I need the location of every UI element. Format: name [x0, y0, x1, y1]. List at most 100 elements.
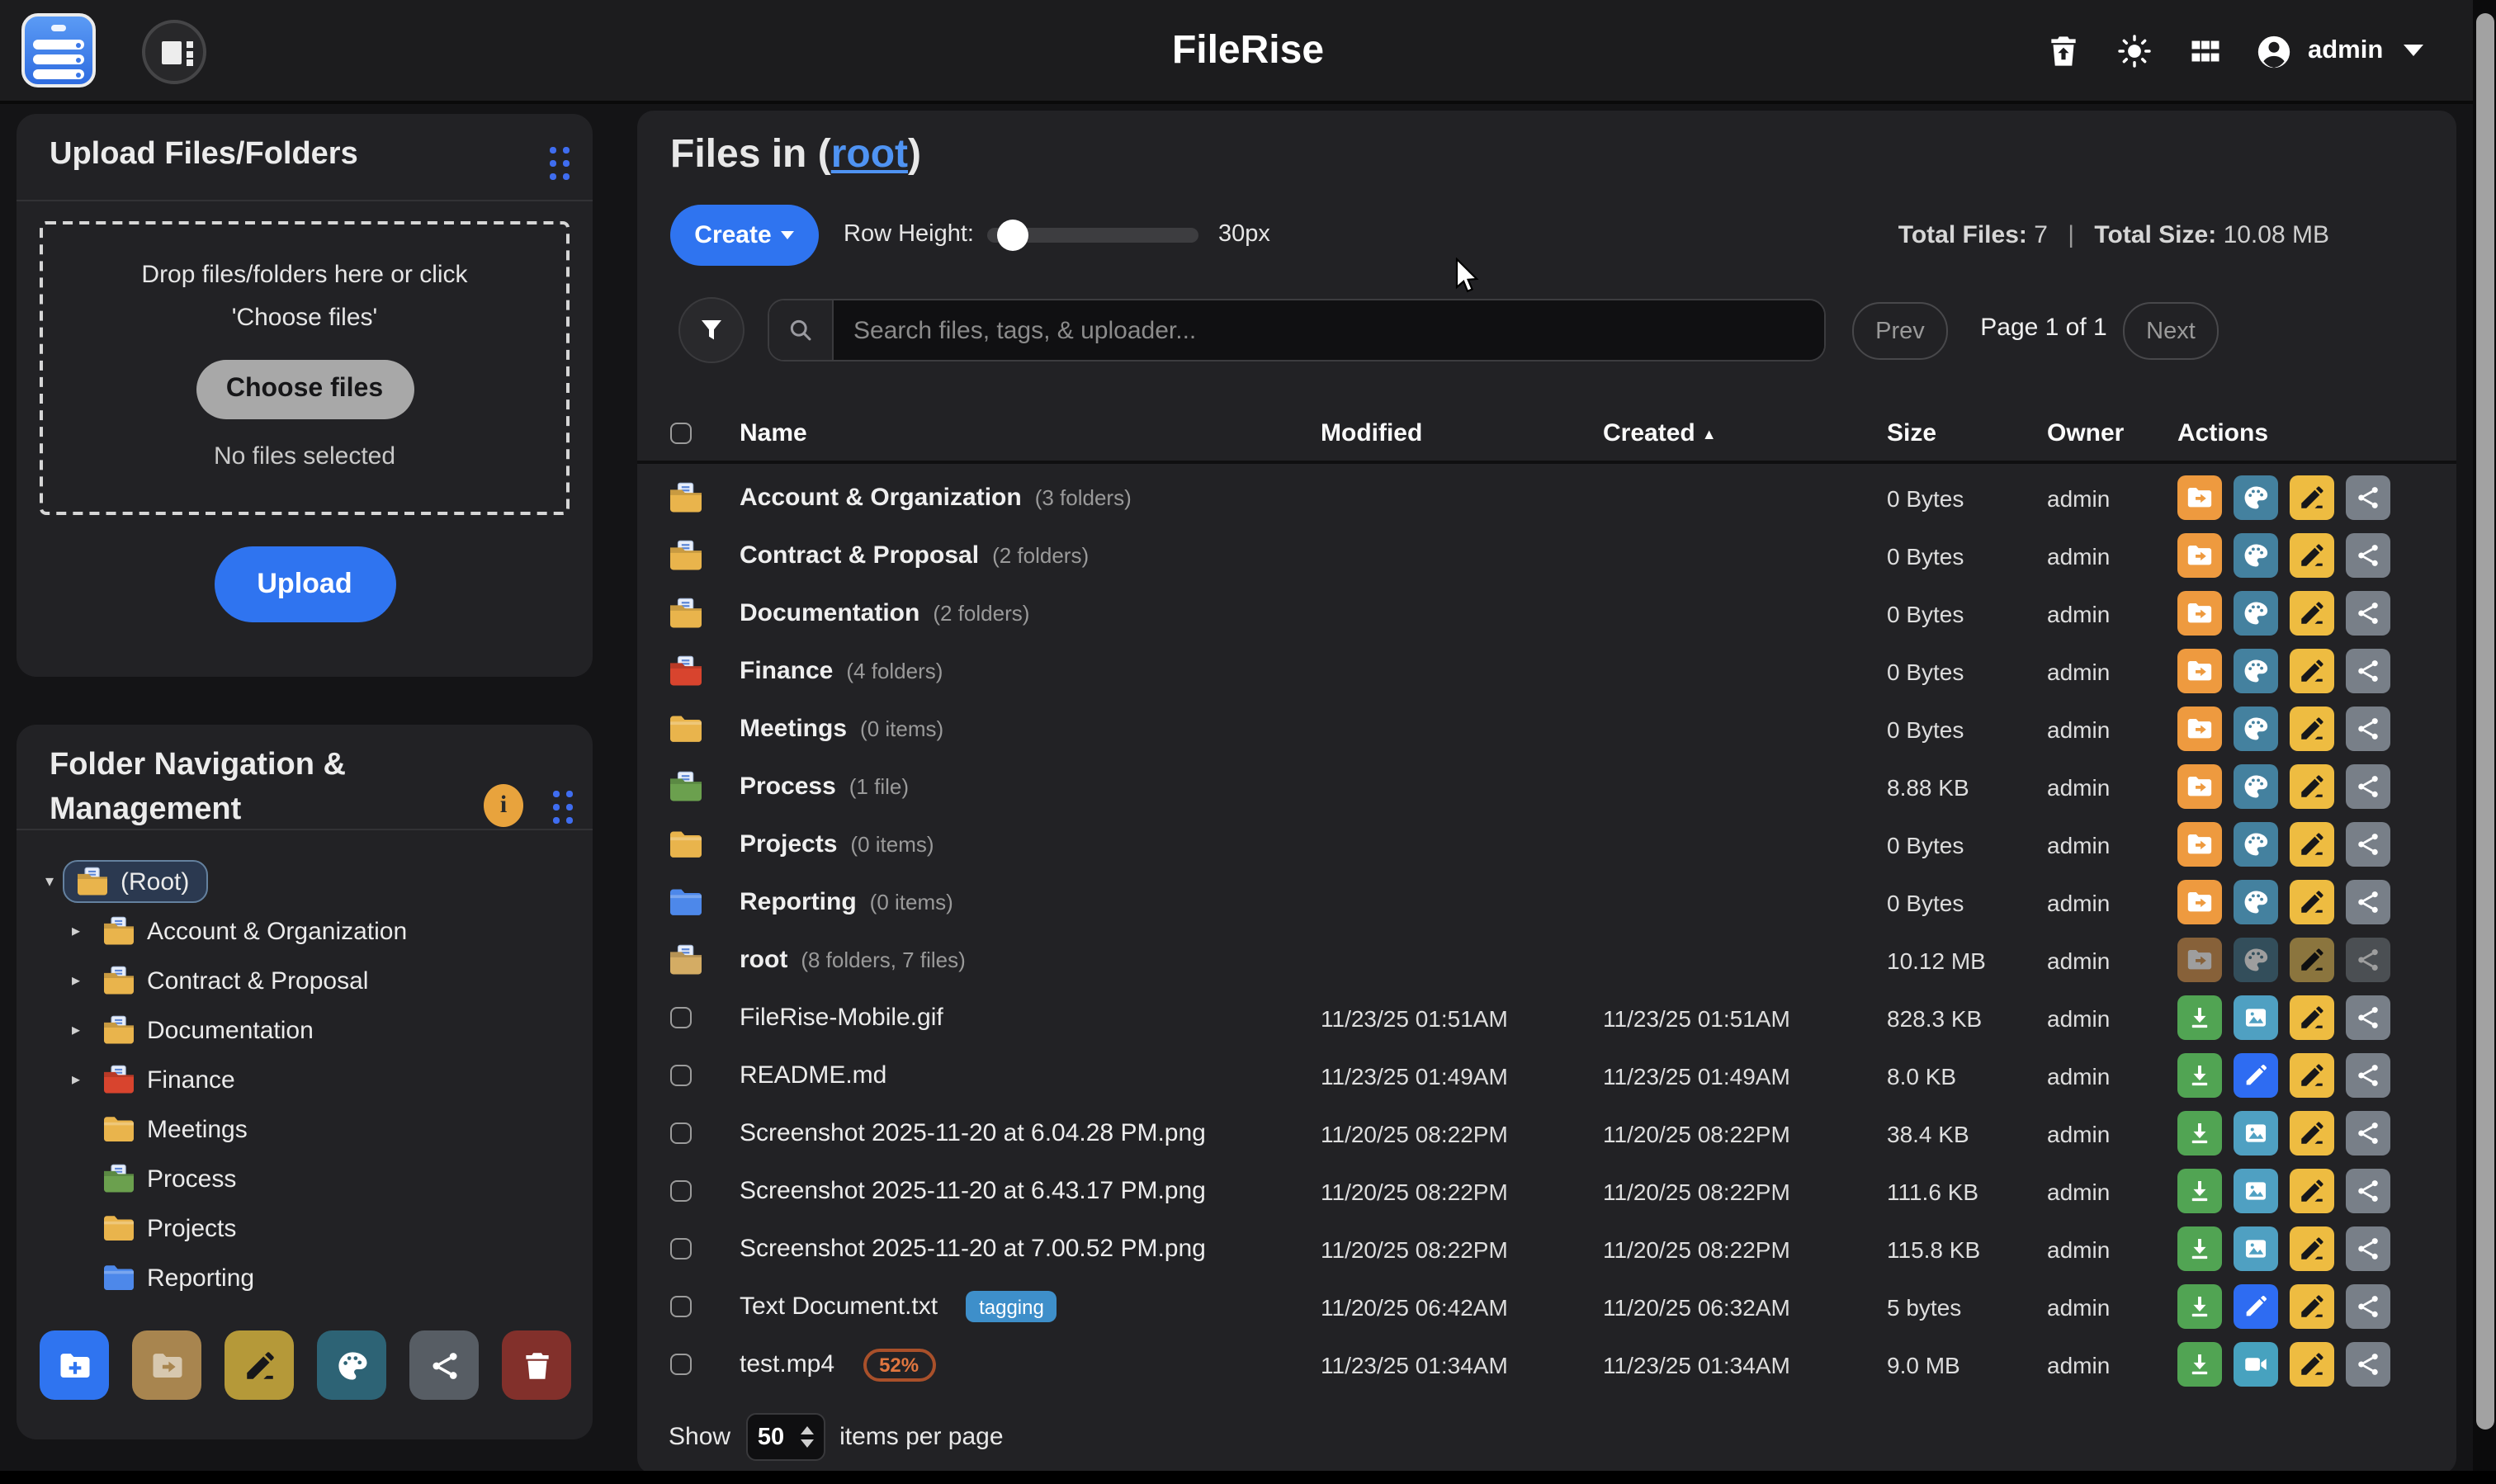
tree-folder-item[interactable]: Process: [17, 1154, 593, 1203]
pencil-action-button[interactable]: [2290, 995, 2334, 1040]
folder-move-action-button[interactable]: [2177, 880, 2222, 924]
item-name[interactable]: Documentation: [740, 599, 919, 627]
move-folder-button[interactable]: [132, 1330, 201, 1400]
palette-action-button[interactable]: [2234, 822, 2278, 867]
user-menu-caret-icon[interactable]: [2404, 45, 2423, 56]
pencil-action-button[interactable]: [2290, 1053, 2334, 1098]
table-row[interactable]: Screenshot 2025-11-20 at 6.04.28 PM.png …: [637, 1104, 2456, 1162]
slider-thumb[interactable]: [997, 220, 1028, 251]
row-checkbox[interactable]: [670, 1007, 692, 1028]
trash-restore-icon[interactable]: [2045, 33, 2082, 69]
item-name[interactable]: root: [740, 946, 787, 974]
share-action-button[interactable]: [2346, 1342, 2390, 1387]
table-row[interactable]: Finance (4 folders) 0 Bytes admin: [637, 642, 2456, 700]
choose-files-button[interactable]: Choose files: [196, 360, 414, 419]
tree-caret-icon[interactable]: ▸: [63, 1021, 89, 1039]
tree-folder-item[interactable]: ▸ Finance: [17, 1055, 593, 1104]
tree-folder-item[interactable]: ▾ (Root): [17, 857, 593, 906]
tree-folder-item[interactable]: ▸ Documentation: [17, 1005, 593, 1055]
scrollbar-thumb[interactable]: [2475, 13, 2494, 1430]
user-name[interactable]: admin: [2308, 36, 2383, 66]
share-folder-button[interactable]: [409, 1330, 479, 1400]
share-action-button[interactable]: [2346, 995, 2390, 1040]
item-name[interactable]: FileRise-Mobile.gif: [740, 1004, 943, 1032]
download-action-button[interactable]: [2177, 1053, 2222, 1098]
pencil-action-button[interactable]: [2290, 1226, 2334, 1271]
row-checkbox[interactable]: [670, 1354, 692, 1375]
root-breadcrumb-link[interactable]: root: [831, 132, 908, 177]
row-height-slider[interactable]: [987, 228, 1198, 243]
edit-action-button[interactable]: [2234, 1284, 2278, 1329]
header-size[interactable]: Size: [1887, 418, 2047, 447]
row-checkbox[interactable]: [670, 1180, 692, 1202]
item-name[interactable]: Finance: [740, 657, 833, 685]
row-checkbox[interactable]: [670, 1065, 692, 1086]
palette-action-button[interactable]: [2234, 591, 2278, 636]
item-name[interactable]: Screenshot 2025-11-20 at 6.04.28 PM.png: [740, 1119, 1206, 1147]
item-name[interactable]: Account & Organization: [740, 484, 1022, 512]
share-action-button[interactable]: [2346, 880, 2390, 924]
edit-action-button[interactable]: [2234, 1053, 2278, 1098]
share-action-button[interactable]: [2346, 1226, 2390, 1271]
download-action-button[interactable]: [2177, 1226, 2222, 1271]
table-row[interactable]: Account & Organization (3 folders) 0 Byt…: [637, 469, 2456, 527]
apps-grid-icon[interactable]: [2187, 33, 2224, 69]
share-action-button[interactable]: [2346, 822, 2390, 867]
download-action-button[interactable]: [2177, 1169, 2222, 1213]
folder-move-action-button[interactable]: [2177, 707, 2222, 751]
header-modified[interactable]: Modified: [1321, 418, 1603, 447]
table-row[interactable]: Reporting (0 items) 0 Bytes admin: [637, 873, 2456, 931]
palette-action-button[interactable]: [2234, 880, 2278, 924]
palette-action-button[interactable]: [2234, 764, 2278, 809]
folder-move-action-button[interactable]: [2177, 764, 2222, 809]
palette-action-button[interactable]: [2234, 649, 2278, 693]
table-row[interactable]: Process (1 file) 8.88 KB admin: [637, 758, 2456, 815]
drag-handle-icon[interactable]: [550, 147, 570, 180]
pencil-action-button[interactable]: [2290, 880, 2334, 924]
tree-caret-icon[interactable]: ▸: [63, 1070, 89, 1089]
pencil-action-button[interactable]: [2290, 1284, 2334, 1329]
share-action-button[interactable]: [2346, 475, 2390, 520]
search-input[interactable]: [834, 300, 1824, 360]
table-row[interactable]: Projects (0 items) 0 Bytes admin: [637, 815, 2456, 873]
table-row[interactable]: Meetings (0 items) 0 Bytes admin: [637, 700, 2456, 758]
folder-move-action-button[interactable]: [2177, 533, 2222, 578]
image-action-button[interactable]: [2234, 1169, 2278, 1213]
upload-button[interactable]: Upload: [214, 546, 395, 622]
filter-button[interactable]: [678, 297, 745, 363]
drag-handle-icon[interactable]: [553, 791, 573, 824]
theme-toggle-icon[interactable]: [2116, 33, 2153, 69]
download-action-button[interactable]: [2177, 1284, 2222, 1329]
row-checkbox[interactable]: [670, 1238, 692, 1260]
row-checkbox[interactable]: [670, 1296, 692, 1317]
next-page-button[interactable]: Next: [2123, 302, 2219, 360]
info-icon[interactable]: i: [484, 784, 523, 827]
delete-folder-button[interactable]: [502, 1330, 571, 1400]
share-action-button[interactable]: [2346, 1169, 2390, 1213]
tree-folder-item[interactable]: Meetings: [17, 1104, 593, 1154]
item-name[interactable]: Screenshot 2025-11-20 at 7.00.52 PM.png: [740, 1235, 1206, 1263]
header-owner[interactable]: Owner: [2047, 418, 2177, 447]
table-row[interactable]: Screenshot 2025-11-20 at 6.43.17 PM.png …: [637, 1162, 2456, 1220]
tree-folder-item[interactable]: ▸ Contract & Proposal: [17, 956, 593, 1005]
download-action-button[interactable]: [2177, 1111, 2222, 1156]
palette-action-button[interactable]: [2234, 533, 2278, 578]
pencil-action-button[interactable]: [2290, 475, 2334, 520]
image-action-button[interactable]: [2234, 995, 2278, 1040]
share-action-button[interactable]: [2346, 533, 2390, 578]
folder-move-action-button[interactable]: [2177, 475, 2222, 520]
rename-folder-button[interactable]: [225, 1330, 294, 1400]
header-name[interactable]: Name: [740, 418, 1321, 447]
pencil-action-button[interactable]: [2290, 707, 2334, 751]
item-name[interactable]: Reporting: [740, 888, 857, 916]
pencil-action-button[interactable]: [2290, 649, 2334, 693]
table-row[interactable]: root (8 folders, 7 files) 10.12 MB admin: [637, 931, 2456, 989]
share-action-button[interactable]: [2346, 591, 2390, 636]
pencil-action-button[interactable]: [2290, 822, 2334, 867]
table-row[interactable]: README.md 11/23/25 01:49AM 11/23/25 01:4…: [637, 1047, 2456, 1104]
image-action-button[interactable]: [2234, 1111, 2278, 1156]
tree-folder-item[interactable]: Projects: [17, 1203, 593, 1253]
folder-move-action-button[interactable]: [2177, 822, 2222, 867]
item-name[interactable]: Process: [740, 773, 836, 801]
item-name[interactable]: test.mp4: [740, 1350, 834, 1378]
